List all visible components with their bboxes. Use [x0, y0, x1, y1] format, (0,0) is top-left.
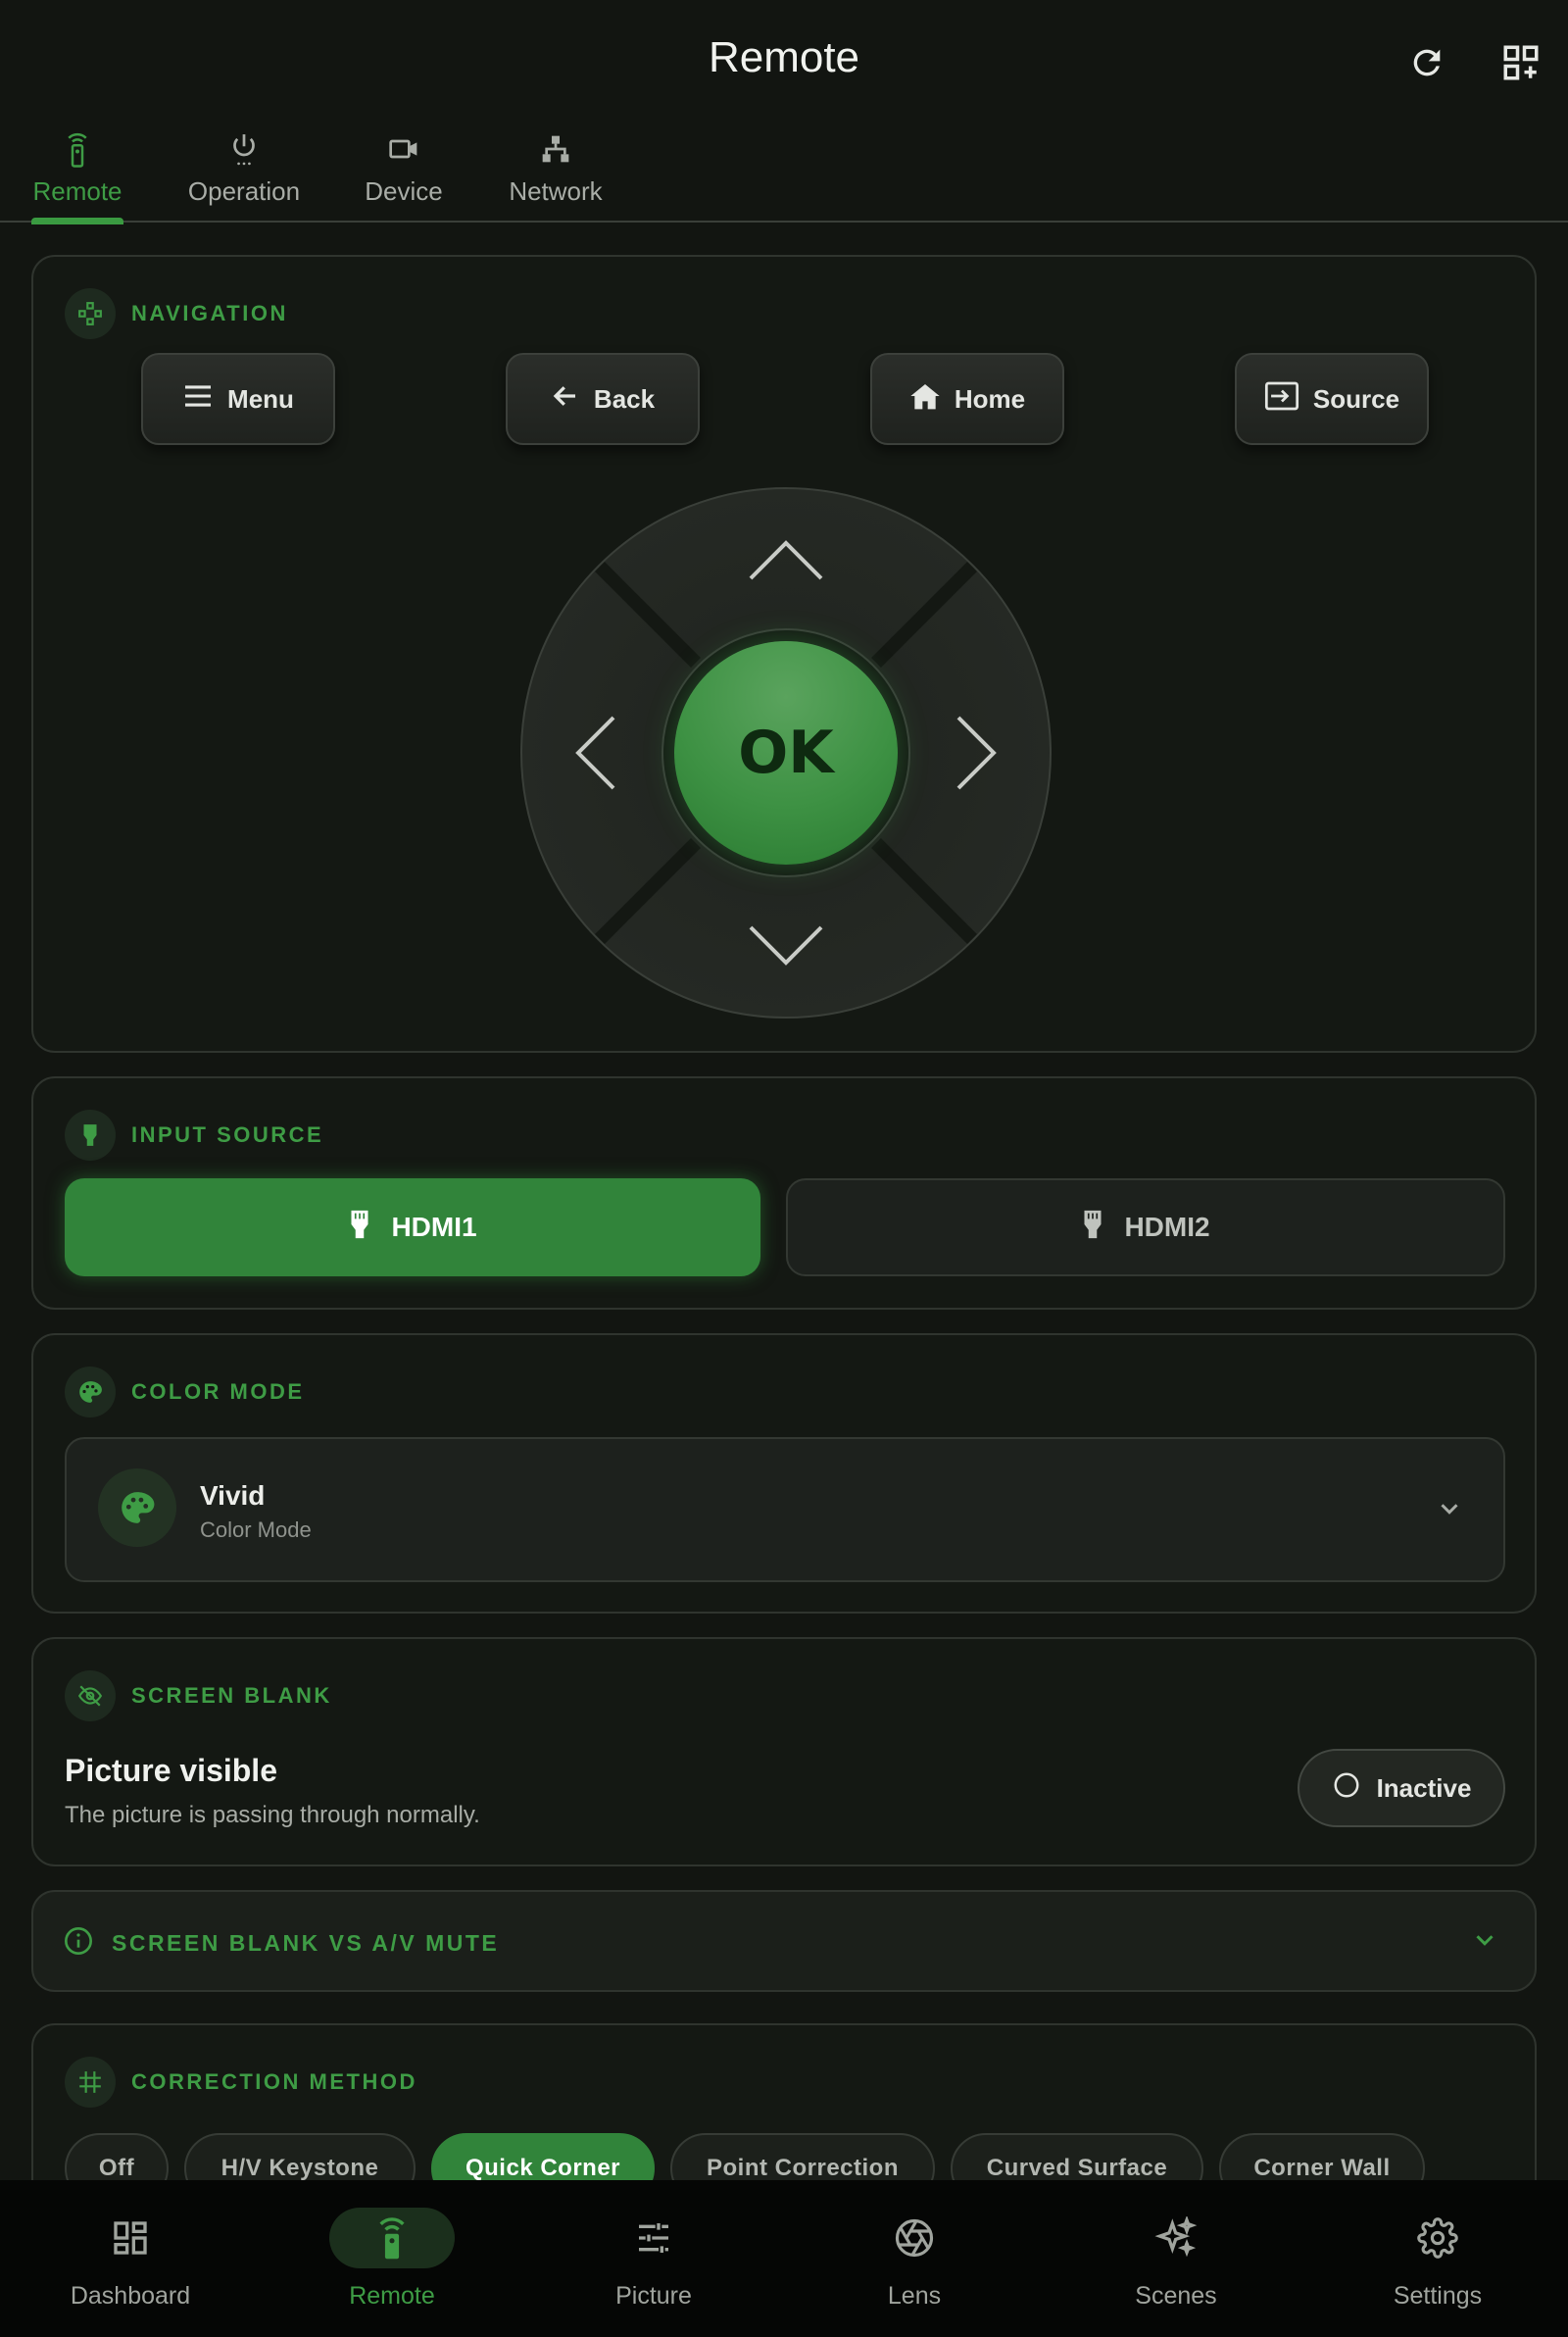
tab-label: Device [365, 176, 443, 206]
ok-button[interactable]: OK [674, 641, 898, 865]
screen-blank-info-expander[interactable]: SCREEN BLANK VS A/V MUTE [31, 1890, 1537, 1992]
nav-label: Picture [615, 2282, 692, 2310]
nav-scenes[interactable]: Scenes [1046, 2180, 1306, 2337]
chevron-down-icon [1435, 1494, 1464, 1528]
tab-remote[interactable]: Remote [31, 124, 123, 223]
tab-operation[interactable]: Operation [186, 124, 302, 223]
navigation-card: NAVIGATION Menu Back Home Source OK [31, 255, 1537, 1053]
palette-icon [98, 1468, 176, 1547]
refresh-icon[interactable] [1401, 37, 1452, 88]
color-mode-sublabel: Color Mode [200, 1517, 312, 1542]
menu-icon [182, 383, 214, 416]
hdmi-icon [348, 1208, 371, 1248]
info-label: SCREEN BLANK VS A/V MUTE [112, 1930, 500, 1956]
nav-label: Remote [349, 2282, 435, 2310]
remote-icon [63, 129, 92, 169]
home-icon [909, 381, 941, 418]
active-tab-indicator [31, 218, 123, 224]
grid-icon [65, 2057, 116, 2108]
section-label: NAVIGATION [131, 301, 288, 325]
screen-blank-header: SCREEN BLANK [65, 1670, 332, 1721]
eye-off-icon [65, 1670, 116, 1721]
screen-blank-description: The picture is passing through normally. [65, 1802, 480, 1828]
bottom-navigation: Dashboard Remote Picture Lens Scenes Set… [0, 2180, 1568, 2337]
hdmi-icon [65, 1110, 116, 1161]
section-label: CORRECTION METHOD [131, 2069, 417, 2094]
navigation-header: NAVIGATION [65, 288, 288, 339]
remote-icon [329, 2208, 455, 2268]
dashboard-icon [68, 2208, 193, 2268]
nav-label: Lens [887, 2282, 942, 2310]
color-mode-select[interactable]: Vivid Color Mode [65, 1437, 1505, 1582]
screen-blank-card: SCREEN BLANK Picture visible The picture… [31, 1637, 1537, 1866]
tab-label: Network [509, 176, 603, 206]
gear-icon [1375, 2208, 1500, 2268]
section-label: INPUT SOURCE [131, 1122, 324, 1147]
sparkles-icon [1113, 2208, 1239, 2268]
info-header: SCREEN BLANK VS A/V MUTE [63, 1925, 499, 1962]
input-source-card: INPUT SOURCE HDMI1 HDMI2 [31, 1076, 1537, 1310]
hdmi1-button[interactable]: HDMI1 [65, 1178, 760, 1276]
video-camera-icon [388, 129, 419, 169]
nav-dashboard[interactable]: Dashboard [0, 2180, 261, 2337]
nav-settings[interactable]: Settings [1307, 2180, 1568, 2337]
sliders-icon [591, 2208, 716, 2268]
screen-blank-title: Picture visible [65, 1753, 277, 1788]
nav-lens[interactable]: Lens [784, 2180, 1045, 2337]
back-button[interactable]: Back [506, 353, 700, 445]
home-label: Home [954, 383, 1026, 414]
tab-label: Remote [32, 176, 122, 206]
hdmi-icon [1081, 1208, 1104, 1248]
input-source-header: INPUT SOURCE [65, 1110, 323, 1161]
source-button[interactable]: Source [1235, 353, 1429, 445]
section-label: COLOR MODE [131, 1379, 305, 1404]
circle-icon [1332, 1770, 1361, 1807]
aperture-icon [852, 2208, 977, 2268]
network-icon [540, 129, 571, 169]
power-icon [227, 129, 261, 169]
chevron-down-icon [1470, 1925, 1499, 1960]
gamepad-icon [65, 288, 116, 339]
color-mode-value: Vivid [200, 1480, 266, 1511]
menu-button[interactable]: Menu [141, 353, 335, 445]
add-widget-icon[interactable] [1495, 37, 1546, 88]
nav-picture[interactable]: Picture [523, 2180, 784, 2337]
arrow-left-icon [551, 381, 580, 418]
nav-label: Dashboard [70, 2282, 191, 2310]
nav-label: Scenes [1135, 2282, 1217, 2310]
palette-icon [65, 1367, 116, 1417]
tab-bar: Remote Operation Device Network [0, 124, 1568, 224]
nav-label: Settings [1393, 2282, 1483, 2310]
info-icon [63, 1925, 94, 1962]
back-label: Back [593, 383, 656, 414]
section-label: SCREEN BLANK [131, 1683, 332, 1708]
nav-remote[interactable]: Remote [262, 2180, 522, 2337]
hdmi2-button[interactable]: HDMI2 [786, 1178, 1505, 1276]
color-mode-header: COLOR MODE [65, 1367, 305, 1417]
hdmi1-label: HDMI1 [391, 1212, 477, 1242]
menu-label: Menu [227, 383, 294, 414]
correction-header: CORRECTION METHOD [65, 2057, 417, 2108]
home-button[interactable]: Home [870, 353, 1064, 445]
hdmi2-label: HDMI2 [1124, 1212, 1210, 1242]
tab-device[interactable]: Device [365, 124, 443, 223]
tab-label: Operation [187, 176, 301, 206]
input-source-icon [1264, 381, 1299, 418]
color-mode-card: COLOR MODE Vivid Color Mode [31, 1333, 1537, 1614]
source-label: Source [1312, 383, 1400, 414]
screen-blank-toggle[interactable]: Inactive [1298, 1749, 1505, 1827]
app-bar: Remote [0, 0, 1568, 124]
page-title: Remote [708, 33, 860, 81]
screen-blank-status: Inactive [1376, 1772, 1472, 1803]
tab-network[interactable]: Network [506, 124, 606, 223]
